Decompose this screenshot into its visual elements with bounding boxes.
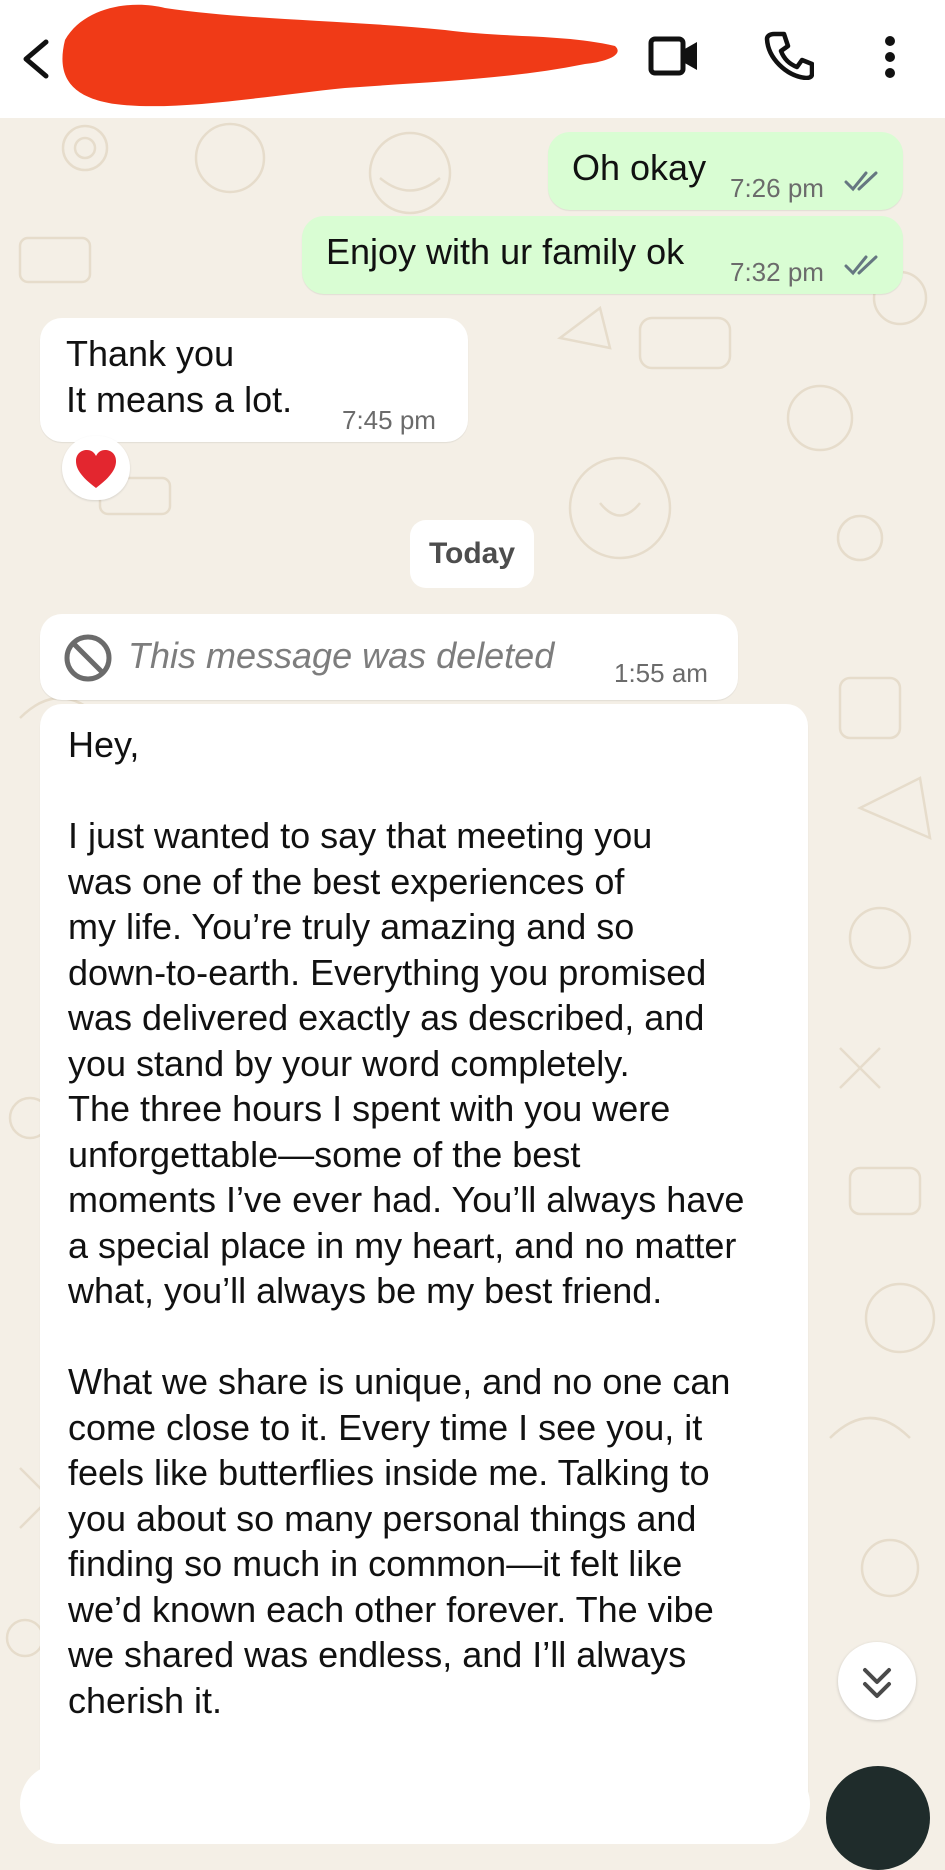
message-text: Oh okay	[572, 147, 707, 188]
incoming-message[interactable]: Thank you It means a lot. 7:45 pm	[40, 318, 468, 442]
blocked-icon	[64, 634, 112, 682]
incoming-long-message[interactable]: Hey, I just wanted to say that meeting y…	[40, 704, 808, 1800]
reaction-badge[interactable]	[62, 436, 130, 500]
message-time: 7:26 pm	[730, 173, 824, 203]
message-time: 1:55 am	[614, 658, 708, 688]
mic-button[interactable]	[826, 1766, 930, 1870]
read-ticks-icon	[844, 255, 878, 276]
phone-icon[interactable]	[764, 30, 814, 80]
double-chevron-down-icon	[863, 1668, 891, 1698]
contact-name-redaction[interactable]	[45, 0, 625, 118]
date-divider: Today	[410, 520, 534, 588]
chat-header	[0, 0, 945, 118]
outgoing-message[interactable]: Enjoy with ur family ok 7:32 pm	[302, 216, 903, 294]
message-input-bar[interactable]	[20, 1764, 810, 1844]
heart-icon	[76, 450, 116, 488]
message-time: 7:45 pm	[342, 405, 436, 435]
read-ticks-icon	[844, 171, 878, 192]
message-text: Enjoy with ur family ok	[326, 231, 685, 272]
deleted-message-text: This message was deleted	[128, 635, 555, 676]
message-text-line: It means a lot.	[66, 379, 293, 420]
scroll-to-bottom-button[interactable]	[838, 1642, 916, 1720]
message-text-line: Thank you	[66, 333, 235, 374]
message-text: Hey, I just wanted to say that meeting y…	[68, 724, 745, 1721]
more-vert-icon[interactable]	[872, 32, 908, 82]
message-time: 7:32 pm	[730, 257, 824, 287]
outgoing-message[interactable]: Oh okay 7:26 pm	[548, 132, 903, 210]
video-call-icon[interactable]	[648, 34, 700, 78]
